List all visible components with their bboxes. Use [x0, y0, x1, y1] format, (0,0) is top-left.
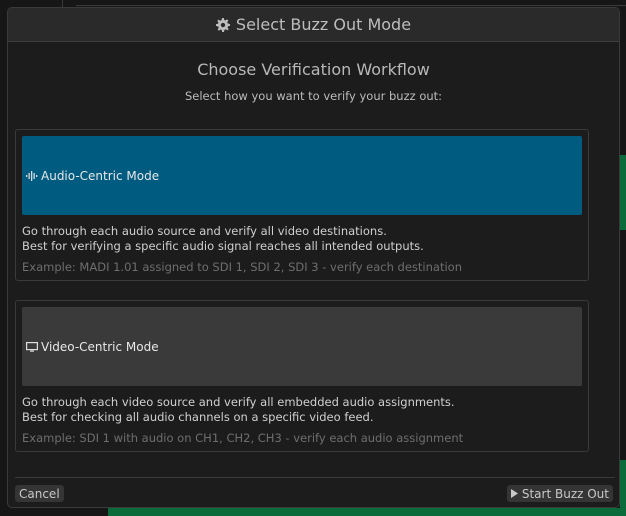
- cancel-label: Cancel: [19, 486, 60, 501]
- play-icon: [510, 489, 518, 498]
- monitor-icon: [26, 341, 38, 352]
- audio-waveform-icon: [26, 170, 38, 181]
- start-label: Start Buzz Out: [521, 486, 609, 501]
- description-line: Go through each video source and verify …: [22, 395, 455, 409]
- description-line: Go through each audio source and verify …: [22, 224, 387, 238]
- gear-icon: [215, 17, 230, 32]
- workflow-subheading: Select how you want to verify your buzz …: [184, 89, 443, 103]
- mode-label: Video-Centric Mode: [41, 339, 159, 354]
- buzz-out-mode-dialog: Select Buzz Out Mode Choose Verification…: [7, 7, 620, 508]
- mode-description: Go through each audio source and verify …: [22, 224, 424, 254]
- description-line: Best for checking all audio channels on …: [22, 410, 374, 424]
- audio-centric-card: Audio-Centric Mode Go through each audio…: [15, 129, 589, 281]
- cancel-button[interactable]: Cancel: [15, 485, 64, 502]
- mode-description: Go through each video source and verify …: [22, 395, 455, 425]
- description-line: Best for verifying a specific audio sign…: [22, 239, 424, 253]
- start-buzz-out-button[interactable]: Start Buzz Out: [506, 485, 613, 502]
- video-centric-mode-button[interactable]: Video-Centric Mode: [22, 307, 582, 386]
- audio-centric-mode-button[interactable]: Audio-Centric Mode: [22, 136, 582, 215]
- footer-divider: [15, 477, 615, 478]
- dialog-titlebar: Select Buzz Out Mode: [8, 8, 619, 42]
- video-centric-card: Video-Centric Mode Go through each video…: [15, 300, 589, 452]
- mode-label: Audio-Centric Mode: [41, 168, 160, 183]
- mode-example: Example: SDI 1 with audio on CH1, CH2, C…: [22, 431, 464, 445]
- dialog-title: Select Buzz Out Mode: [235, 15, 412, 34]
- mode-example: Example: MADI 1.01 assigned to SDI 1, SD…: [22, 260, 462, 274]
- workflow-heading: Choose Verification Workflow: [197, 60, 430, 79]
